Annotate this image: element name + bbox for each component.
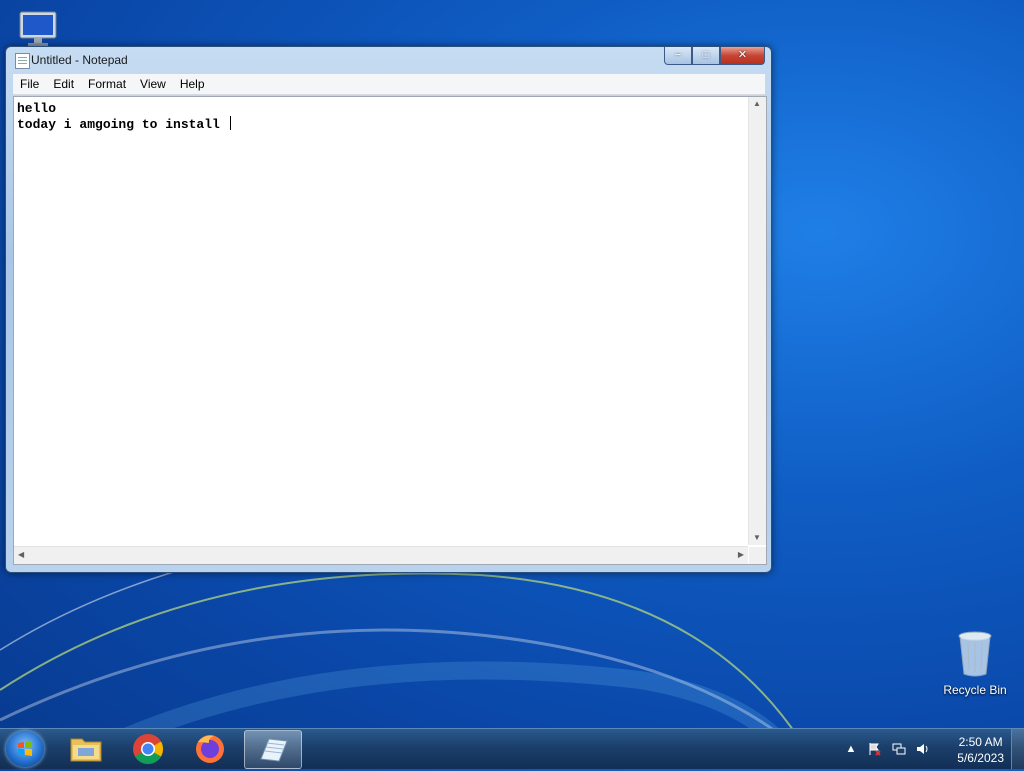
chrome-icon: [133, 734, 164, 765]
recycle-bin-icon: [958, 631, 992, 677]
clock[interactable]: 2:50 AM 5/6/2023: [957, 734, 1004, 766]
window-title: Untitled - Notepad: [31, 53, 128, 67]
taskbar-notepad-button[interactable]: [244, 730, 302, 769]
start-button[interactable]: [6, 731, 44, 767]
menu-view[interactable]: View: [133, 74, 173, 94]
menu-edit[interactable]: Edit: [46, 74, 81, 94]
recycle-bin-label: Recycle Bin: [943, 683, 1007, 697]
clock-date: 5/6/2023: [957, 751, 1004, 765]
scroll-up-arrow-icon[interactable]: ▲: [753, 99, 761, 108]
editor-text[interactable]: hello today i amgoing to install: [17, 101, 231, 132]
taskbar: ▲ 2:50 AM 5/6/2023: [0, 728, 1024, 769]
recycle-bin-desktop-icon[interactable]: Recycle Bin: [935, 630, 1015, 697]
scroll-left-arrow-icon[interactable]: ◀: [18, 550, 24, 559]
minimize-icon: −: [674, 49, 682, 61]
scroll-right-arrow-icon[interactable]: ▶: [738, 550, 744, 559]
taskbar-firefox-button[interactable]: [182, 730, 238, 767]
size-grip[interactable]: [749, 547, 766, 564]
maximize-icon: □: [702, 49, 710, 61]
volume-icon[interactable]: [916, 742, 930, 756]
show-desktop-button[interactable]: [1011, 729, 1024, 769]
title-bar[interactable]: Untitled - Notepad − □ ✕: [6, 47, 771, 73]
menu-format[interactable]: Format: [81, 74, 133, 94]
firefox-icon: [196, 735, 224, 763]
notepad-icon: [260, 738, 288, 762]
action-center-flag-icon[interactable]: [868, 742, 882, 756]
taskbar-explorer-button[interactable]: [58, 730, 114, 767]
close-icon: ✕: [737, 49, 748, 61]
text-caret: [229, 116, 231, 130]
folder-icon: [70, 738, 102, 762]
taskbar-chrome-button[interactable]: [120, 730, 176, 767]
caption-buttons: − □ ✕: [664, 47, 765, 65]
system-tray: ▲ 2:50 AM 5/6/2023: [824, 729, 1024, 769]
close-button[interactable]: ✕: [720, 47, 765, 65]
notepad-app-icon: [15, 53, 30, 69]
horizontal-scrollbar[interactable]: ◀ ▶: [14, 546, 748, 564]
show-hidden-icons-arrow[interactable]: ▲: [844, 742, 858, 756]
windows-logo-icon: [18, 741, 32, 756]
clock-time: 2:50 AM: [958, 735, 1003, 749]
minimize-button[interactable]: −: [664, 47, 692, 65]
maximize-button[interactable]: □: [692, 47, 720, 65]
menu-help[interactable]: Help: [173, 74, 212, 94]
vertical-scrollbar[interactable]: ▲ ▼: [748, 97, 766, 545]
text-editor[interactable]: hello today i amgoing to install ▲ ▼ ◀ ▶: [13, 96, 767, 565]
network-icon[interactable]: [892, 742, 906, 756]
menu-file[interactable]: File: [13, 74, 46, 94]
menu-bar: File Edit Format View Help: [13, 74, 765, 95]
editor-line-2: today i amgoing to install: [17, 117, 228, 132]
computer-desktop-icon[interactable]: [14, 8, 64, 48]
scroll-down-arrow-icon[interactable]: ▼: [753, 533, 761, 542]
editor-line-1: hello: [17, 101, 57, 116]
notepad-window[interactable]: Untitled - Notepad − □ ✕ File Edit Forma…: [5, 46, 772, 573]
